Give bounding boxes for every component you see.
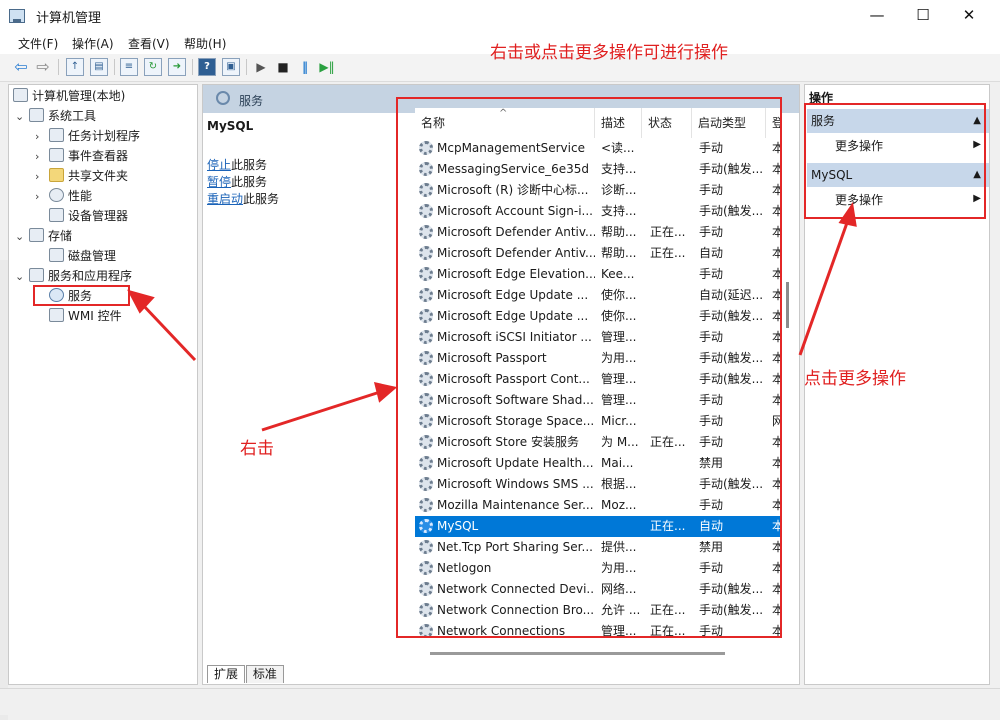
expand-chevron-icon[interactable]: ⌄ <box>15 267 27 287</box>
restart-service-link[interactable]: 重启动 <box>207 192 243 206</box>
computer-icon <box>13 88 28 102</box>
tree-item-computer-management[interactable]: 计算机管理(本地) <box>11 86 125 106</box>
storage-icon <box>29 228 44 242</box>
restart-service-line: 重启动此服务 <box>207 192 280 206</box>
show-tree-icon[interactable]: ▤ <box>90 58 108 76</box>
tree-item-task-scheduler[interactable]: › 任务计划程序 <box>35 126 140 146</box>
pause-service-icon[interactable]: ‖ <box>296 58 314 76</box>
tree-item-services-and-apps[interactable]: ⌄ 服务和应用程序 <box>15 266 132 286</box>
services-header-label: 服务 <box>239 94 264 108</box>
console-tree: 计算机管理(本地) ⌄ 系统工具 › 任务计划程序 › 事件查看器 › 共享文件夹 › 性… <box>8 84 198 685</box>
service-detail: MySQL 停止此服务 暂停此服务 重启动此服务 <box>207 119 397 208</box>
tab-extended[interactable]: 扩展 <box>207 665 246 683</box>
collapse-chevron-icon[interactable]: › <box>35 167 47 187</box>
annotation-box-actions <box>804 103 986 219</box>
annotation-box-services-node <box>33 285 130 306</box>
console-icon[interactable]: ▣ <box>222 58 240 76</box>
performance-icon <box>49 188 64 202</box>
maximize-button[interactable]: ☐ <box>900 0 946 32</box>
collapse-chevron-icon[interactable]: › <box>35 187 47 207</box>
annotation-click-more: 点击更多操作 <box>804 369 906 389</box>
tree-item-device-manager[interactable]: 设备管理器 <box>47 206 128 226</box>
wmi-icon <box>49 308 64 322</box>
close-button[interactable]: ✕ <box>946 0 992 32</box>
left-edge-strip <box>0 260 8 720</box>
device-manager-icon <box>49 208 64 222</box>
annotation-top: 右击或点击更多操作可进行操作 <box>490 43 728 63</box>
tools-icon <box>29 108 44 122</box>
annotation-right-click: 右击 <box>240 439 274 459</box>
toolbar-separator <box>192 59 193 75</box>
forward-icon[interactable]: ⇨ <box>34 58 52 76</box>
menu-action[interactable]: 操作(A) <box>72 35 114 52</box>
selected-service-name: MySQL <box>207 119 254 133</box>
back-icon[interactable]: ⇦ <box>12 58 30 76</box>
list-vertical-scrollbar[interactable] <box>786 282 789 328</box>
start-service-icon[interactable]: ▶ <box>252 58 270 76</box>
refresh-icon[interactable]: ↻ <box>144 58 162 76</box>
collapse-chevron-icon[interactable]: › <box>35 127 47 147</box>
expand-chevron-icon[interactable]: ⌄ <box>15 107 27 127</box>
collapse-chevron-icon[interactable]: › <box>35 147 47 167</box>
tree-item-shared-folders[interactable]: › 共享文件夹 <box>35 166 128 186</box>
stop-service-link[interactable]: 停止 <box>207 158 231 172</box>
computer-management-icon <box>9 9 25 23</box>
menu-file[interactable]: 文件(F) <box>18 35 58 52</box>
tree-item-disk-management[interactable]: 磁盘管理 <box>47 246 116 266</box>
tree-item-event-viewer[interactable]: › 事件查看器 <box>35 146 128 166</box>
toolbar-separator <box>58 59 59 75</box>
list-horizontal-scrollbar[interactable] <box>430 652 725 655</box>
menu-view[interactable]: 查看(V) <box>128 35 170 52</box>
clock-icon <box>49 128 64 142</box>
tab-standard[interactable]: 标准 <box>245 665 284 683</box>
toolbar-separator <box>114 59 115 75</box>
tree-item-wmi-control[interactable]: WMI 控件 <box>47 306 122 326</box>
toolbar-separator <box>246 59 247 75</box>
stop-service-line: 停止此服务 <box>207 158 268 172</box>
view-tabs: 扩展 标准 <box>207 665 284 683</box>
restart-service-icon[interactable]: ▶‖ <box>318 58 336 76</box>
properties-icon[interactable]: ≡ <box>120 58 138 76</box>
help-icon[interactable]: ? <box>198 58 216 76</box>
event-log-icon <box>49 148 64 162</box>
services-apps-icon <box>29 268 44 282</box>
pause-service-line: 暂停此服务 <box>207 175 268 189</box>
tree-item-storage[interactable]: ⌄ 存储 <box>15 226 72 246</box>
status-bar <box>0 688 1000 715</box>
annotation-box-services-list <box>396 97 782 638</box>
minimize-button[interactable]: — <box>854 0 900 32</box>
stop-service-icon[interactable]: ■ <box>274 58 292 76</box>
title-bar: 计算机管理 — ☐ ✕ <box>0 0 1000 32</box>
expand-chevron-icon[interactable]: ⌄ <box>15 227 27 247</box>
tree-item-performance[interactable]: › 性能 <box>35 186 92 206</box>
export-icon[interactable]: ➜ <box>168 58 186 76</box>
menu-help[interactable]: 帮助(H) <box>184 35 226 52</box>
shared-folder-icon <box>49 168 64 182</box>
window-title: 计算机管理 <box>36 11 102 26</box>
disk-icon <box>49 248 64 262</box>
services-icon <box>216 91 230 105</box>
tree-item-system-tools[interactable]: ⌄ 系统工具 <box>15 106 96 126</box>
up-folder-icon[interactable]: ↑ <box>66 58 84 76</box>
pause-service-link[interactable]: 暂停 <box>207 175 231 189</box>
